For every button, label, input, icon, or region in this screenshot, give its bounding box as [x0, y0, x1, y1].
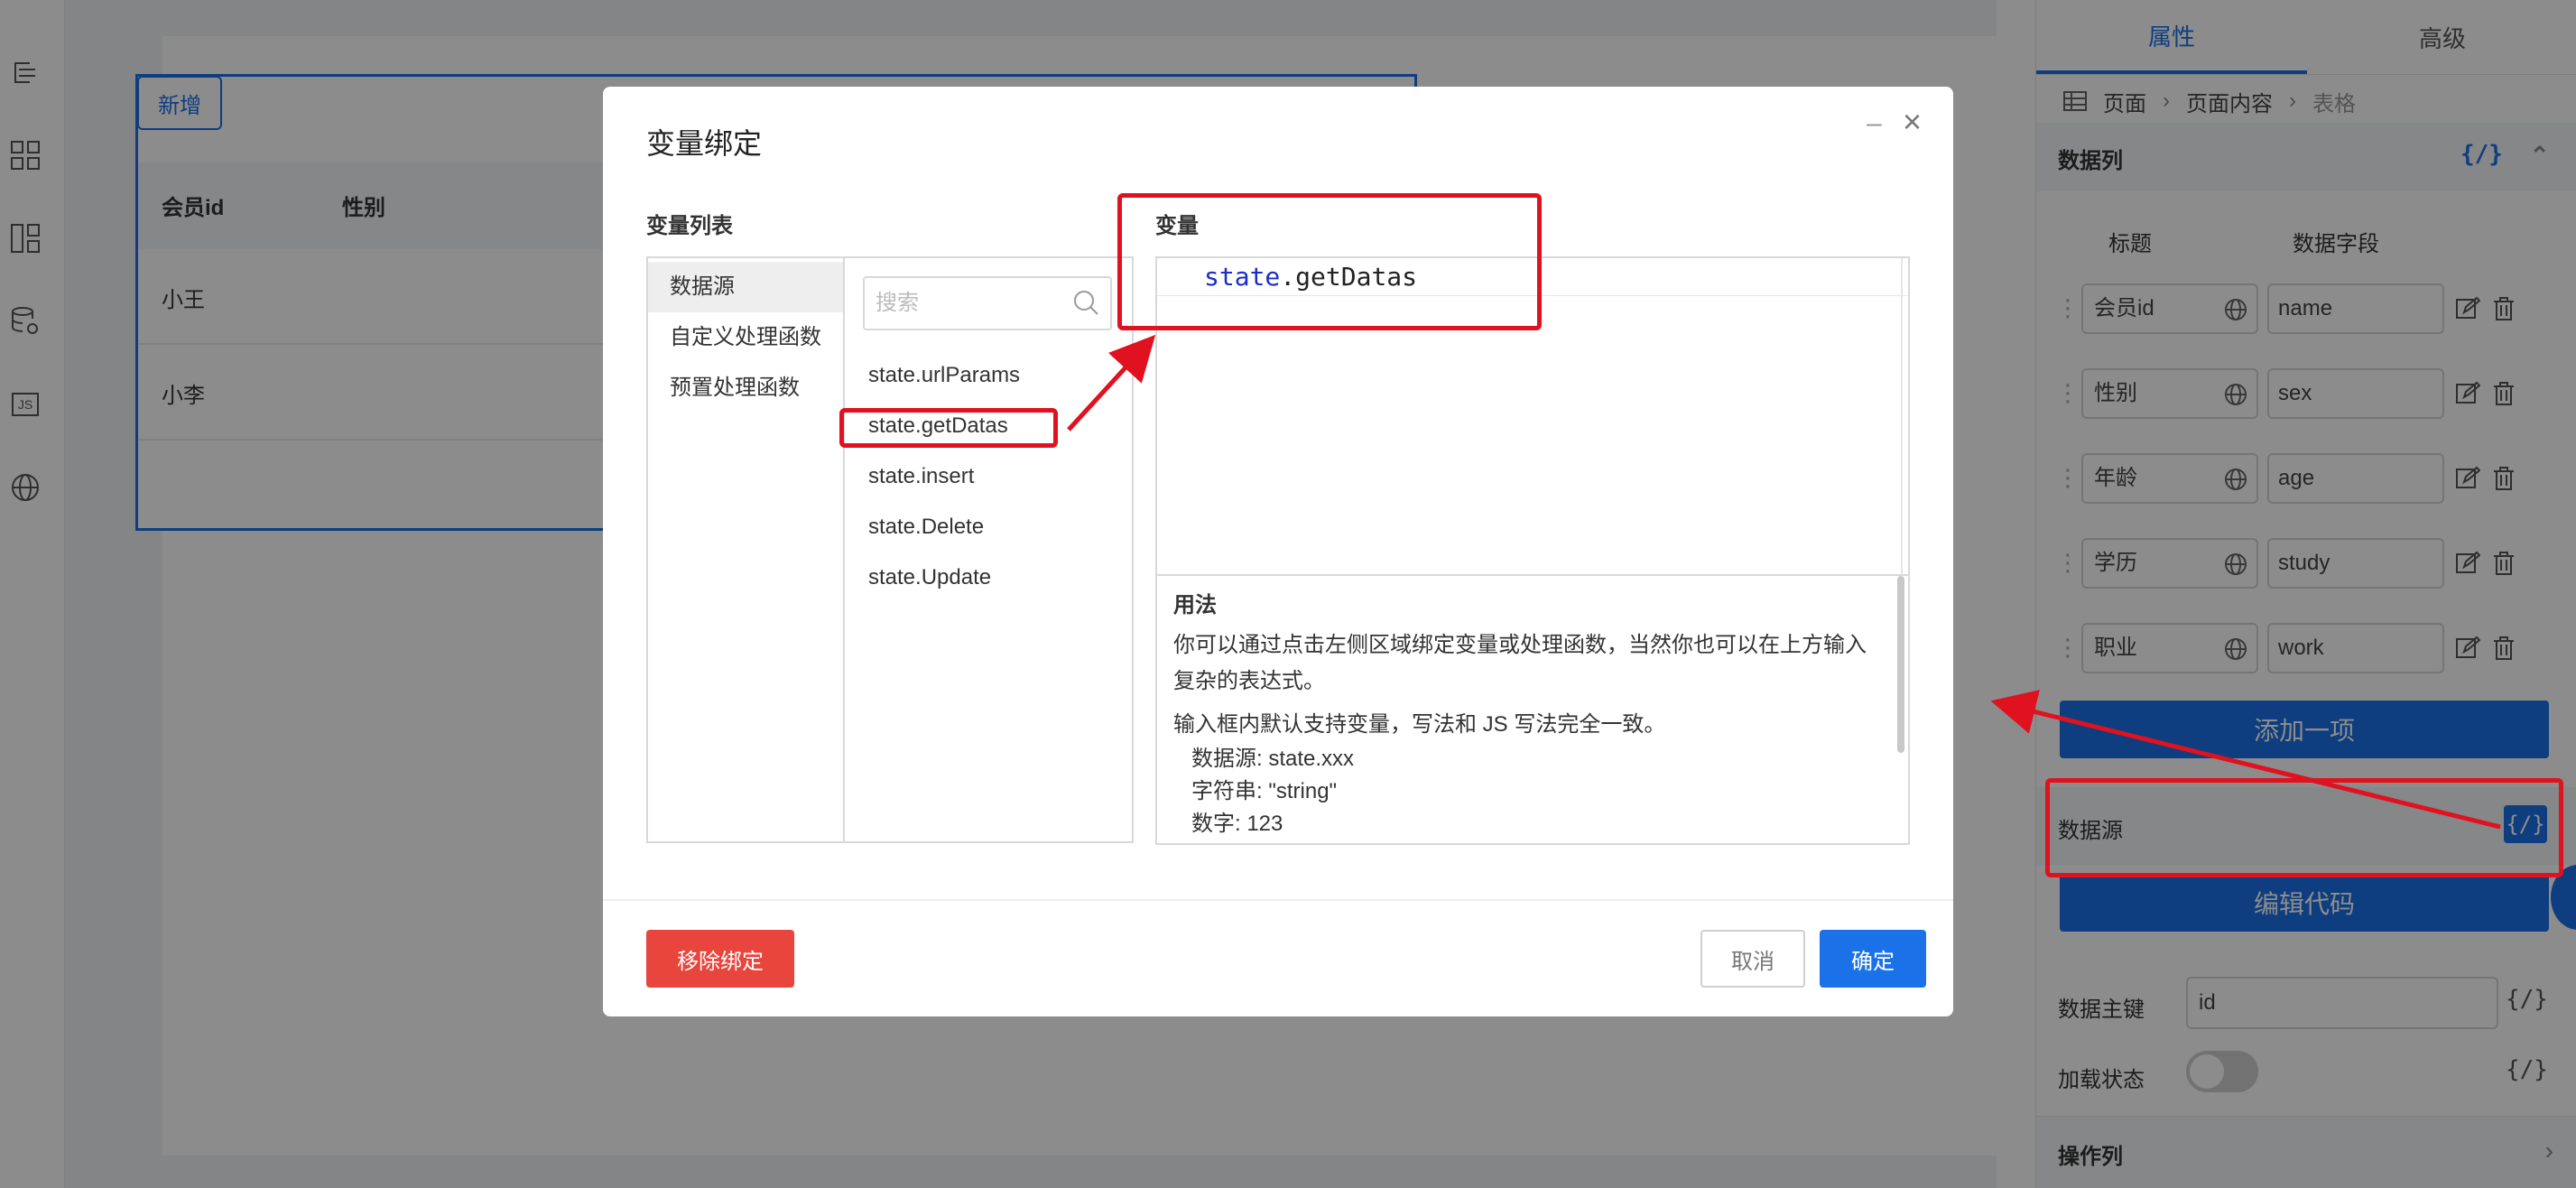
annotation-box-datasource	[2045, 778, 2563, 877]
category-item-custom-functions[interactable]: 自定义处理函数	[648, 312, 843, 363]
editor-divider	[1157, 574, 1908, 576]
editor-scrollbar[interactable]	[1901, 258, 1903, 574]
confirm-button[interactable]: 确定	[1820, 930, 1926, 988]
usage-paragraph: 你可以通过点击左侧区域绑定变量或处理函数，当然你也可以在上方输入复杂的表达式。	[1173, 633, 1867, 693]
usage-example: 字符串: "string"	[1191, 779, 1338, 803]
close-icon[interactable]: ×	[1903, 103, 1922, 141]
remove-binding-button[interactable]: 移除绑定	[646, 930, 794, 988]
expression-editor[interactable]: state.getDatas 用法 你可以通过点击左侧区域绑定变量或处理函数，当…	[1155, 256, 1910, 845]
usage-scrollbar[interactable]	[1897, 576, 1904, 753]
usage-example: 数据源: state.xxx	[1191, 747, 1355, 771]
usage-help: 用法 你可以通过点击左侧区域绑定变量或处理函数，当然你也可以在上方输入复杂的表达…	[1173, 587, 1886, 840]
footer-divider	[603, 899, 1953, 901]
variable-list: 数据源 自定义处理函数 预置处理函数 state.urlParams state…	[646, 256, 1134, 843]
variable-list-title: 变量列表	[646, 214, 733, 238]
annotation-box-editor	[1117, 193, 1542, 330]
usage-example: 数字: 123	[1191, 812, 1283, 836]
variable-item[interactable]: state.Delete	[868, 515, 984, 540]
usage-paragraph: 输入框内默认支持变量，写法和 JS 写法完全一致。	[1173, 712, 1666, 737]
variable-search[interactable]	[863, 276, 1112, 330]
dialog-title: 变量绑定	[646, 127, 763, 160]
category-item-preset-functions[interactable]: 预置处理函数	[648, 363, 843, 413]
variable-item[interactable]: state.Update	[868, 565, 991, 590]
cancel-button[interactable]: 取消	[1700, 930, 1805, 988]
search-icon[interactable]	[1072, 289, 1099, 316]
search-input[interactable]	[876, 287, 1056, 320]
variable-item[interactable]: state.insert	[868, 464, 974, 489]
category-item-datasource[interactable]: 数据源	[648, 262, 843, 312]
variable-item[interactable]: state.urlParams	[868, 363, 1020, 388]
category-list: 数据源 自定义处理函数 预置处理函数	[648, 258, 845, 841]
minimize-icon[interactable]: –	[1867, 108, 1882, 139]
usage-title: 用法	[1173, 593, 1217, 617]
annotation-box-variable	[839, 408, 1058, 448]
